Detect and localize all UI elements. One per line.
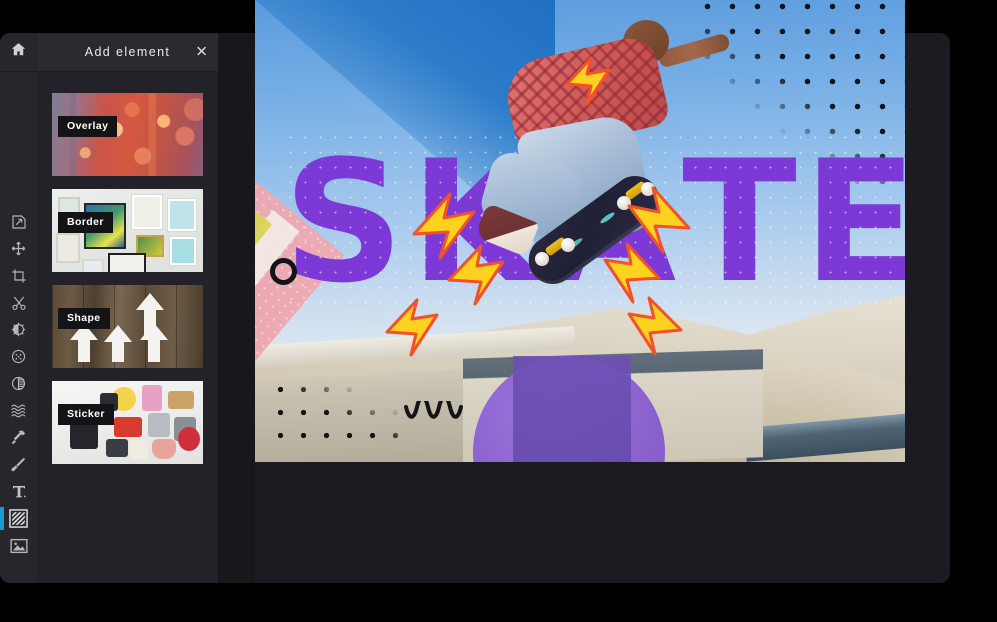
brightness-tool[interactable] bbox=[0, 316, 37, 343]
hatch-pattern-icon bbox=[9, 509, 28, 528]
crop-icon bbox=[11, 268, 27, 284]
home-icon bbox=[10, 41, 27, 63]
brightness-icon bbox=[10, 321, 27, 338]
lightning-bolt-icon bbox=[565, 56, 623, 111]
skateboard-wheel bbox=[561, 238, 575, 252]
list-item-label: Sticker bbox=[58, 404, 114, 425]
skateboard-wheel bbox=[535, 252, 549, 266]
tool-list bbox=[0, 208, 37, 559]
list-item[interactable]: Overlay bbox=[52, 93, 203, 176]
tool-rail bbox=[0, 33, 37, 583]
resize-arrow-icon bbox=[11, 214, 27, 230]
image-icon bbox=[9, 537, 28, 555]
resize-tool[interactable] bbox=[0, 208, 37, 235]
list-item-label: Overlay bbox=[58, 116, 118, 137]
black-ring bbox=[270, 258, 297, 285]
panel-item-list: Overlay Border Shape Sticker bbox=[37, 72, 218, 464]
scissors-icon bbox=[11, 295, 27, 311]
element-tool[interactable] bbox=[0, 505, 37, 532]
panel-canvas-gap bbox=[218, 33, 255, 583]
half-shade-circle-icon bbox=[10, 375, 27, 392]
image-tool[interactable] bbox=[0, 532, 37, 559]
artboard-canvas[interactable]: SKATE bbox=[255, 0, 905, 462]
headline-letter: S bbox=[283, 124, 410, 320]
clone-tool[interactable] bbox=[0, 424, 37, 451]
headline-letter: E bbox=[802, 124, 905, 320]
waves-icon bbox=[10, 402, 28, 419]
list-item-label: Shape bbox=[58, 308, 110, 329]
text-t-icon bbox=[11, 484, 27, 500]
list-item-label: Border bbox=[58, 212, 113, 233]
dot-grid-bottom-left bbox=[269, 378, 399, 450]
paintbrush-icon bbox=[10, 456, 27, 473]
squiggle-line bbox=[403, 395, 465, 430]
lightning-bolt-icon bbox=[385, 298, 453, 363]
stamp-icon bbox=[10, 429, 27, 446]
cut-tool[interactable] bbox=[0, 289, 37, 316]
noise-tool[interactable] bbox=[0, 343, 37, 370]
move-arrows-icon bbox=[10, 240, 27, 257]
add-element-panel: Add element ✕ Overlay Border Shape Stick… bbox=[37, 33, 218, 583]
panel-title: Add element bbox=[84, 45, 171, 59]
contrast-tool[interactable] bbox=[0, 370, 37, 397]
purple-block-overlay bbox=[513, 356, 631, 462]
dotted-circle-icon bbox=[10, 348, 27, 365]
list-item[interactable]: Sticker bbox=[52, 381, 203, 464]
lightning-bolt-icon bbox=[447, 244, 519, 311]
crop-tool[interactable] bbox=[0, 262, 37, 289]
move-tool[interactable] bbox=[0, 235, 37, 262]
list-item[interactable]: Border bbox=[52, 189, 203, 272]
panel-header: Add element ✕ bbox=[37, 33, 218, 72]
close-icon[interactable]: ✕ bbox=[195, 45, 208, 60]
text-tool[interactable] bbox=[0, 478, 37, 505]
brush-tool[interactable] bbox=[0, 451, 37, 478]
home-button[interactable] bbox=[0, 33, 37, 72]
screenshot-stage: Add element ✕ Overlay Border Shape Stick… bbox=[0, 0, 997, 622]
list-item[interactable]: Shape bbox=[52, 285, 203, 368]
lightning-bolt-icon bbox=[613, 296, 683, 363]
blur-tool[interactable] bbox=[0, 397, 37, 424]
